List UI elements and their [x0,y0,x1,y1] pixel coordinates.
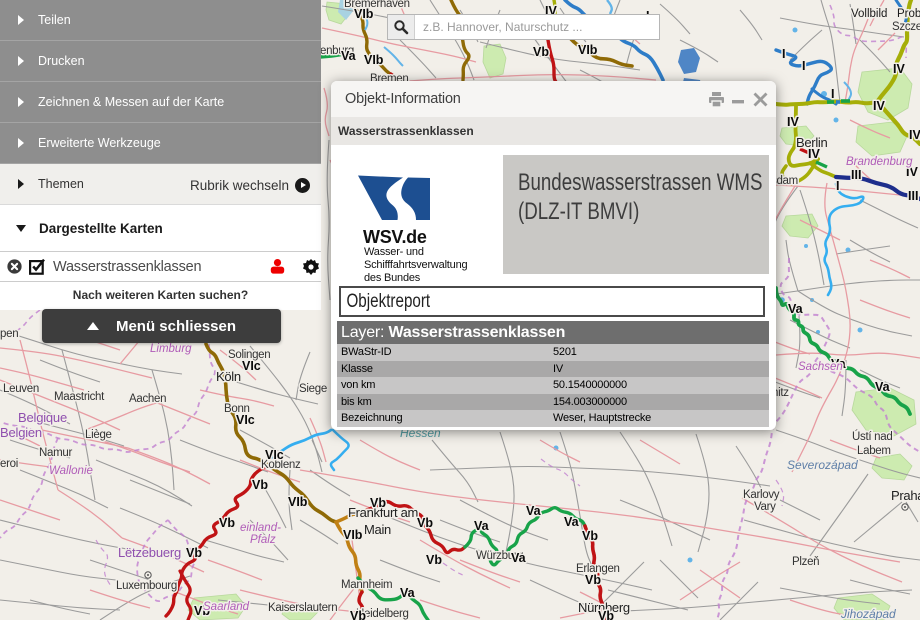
svg-text:Jihozápad: Jihozápad [840,607,896,620]
svg-text:I: I [836,179,839,193]
svg-text:Brandenburg: Brandenburg [846,156,913,168]
svg-text:Vb: Vb [533,45,549,59]
svg-text:Va: Va [875,380,891,394]
svg-text:Siege: Siege [299,383,327,395]
svg-text:Va: Va [400,586,416,600]
svg-text:Luxembourg: Luxembourg [116,580,177,592]
svg-text:VIb: VIb [364,53,384,67]
svg-text:pen: pen [0,328,18,340]
svg-text:Karlovy: Karlovy [743,489,780,501]
svg-text:IV: IV [787,115,799,129]
svg-text:VIc: VIc [265,448,284,462]
svg-text:Va: Va [341,49,357,63]
svg-text:Va: Va [526,504,542,518]
svg-text:I: I [831,87,834,101]
svg-text:Vary: Vary [754,501,776,513]
svg-text:Belgien: Belgien [0,425,42,440]
svg-text:eroi: eroi [0,458,18,470]
svg-text:Vb: Vb [598,609,614,620]
svg-text:Sachsen: Sachsen [798,361,843,373]
svg-text:Severozápad: Severozápad [787,458,858,472]
svg-text:Vb: Vb [370,496,386,510]
svg-text:Va: Va [788,302,804,316]
svg-text:Leuven: Leuven [3,383,39,395]
svg-text:Liège: Liège [85,429,112,441]
svg-text:Pfalz: Pfalz [250,534,276,546]
svg-text:IV: IV [893,62,905,76]
svg-text:Va: Va [474,519,490,533]
svg-text:Aachen: Aachen [129,393,166,405]
svg-text:VIb: VIb [354,7,374,21]
svg-text:Kaiserslautern: Kaiserslautern [268,602,337,614]
svg-text:VIb: VIb [343,528,363,542]
svg-text:III: III [908,189,918,203]
svg-text:Praha: Praha [891,488,920,503]
svg-text:Wallonie: Wallonie [49,465,93,477]
svg-text:Va: Va [511,551,527,565]
svg-text:IV: IV [909,128,920,142]
svg-text:Vollbild: Vollbild [851,8,887,20]
svg-text:Ústí nad: Ústí nad [852,430,892,443]
svg-text:Lëtzebuerg: Lëtzebuerg [118,545,181,560]
svg-text:VIb: VIb [578,43,598,57]
svg-text:I: I [782,47,785,61]
svg-text:Vb: Vb [350,609,366,620]
svg-text:Vb: Vb [252,478,268,492]
svg-text:Labem: Labem [857,445,891,457]
svg-text:Vb: Vb [186,546,202,560]
svg-text:Belgique: Belgique [18,410,67,425]
svg-text:einland-: einland- [240,522,281,534]
svg-text:Va: Va [564,515,580,529]
svg-text:Berlin: Berlin [796,135,828,150]
svg-text:Maastricht: Maastricht [54,391,105,403]
svg-text:III: III [851,168,861,182]
svg-text:Saarland: Saarland [203,601,250,613]
svg-text:Vb: Vb [417,516,433,530]
svg-text:VIc: VIc [236,413,255,427]
svg-text:Namur: Namur [39,447,72,459]
svg-text:Main: Main [364,522,391,537]
svg-text:Probl: Probl [897,8,920,20]
svg-text:Vb: Vb [219,516,235,530]
svg-text:IV: IV [873,99,885,113]
svg-text:Plzeň: Plzeň [792,556,819,568]
svg-text:VIb: VIb [288,495,308,509]
svg-text:Köln: Köln [216,369,241,384]
svg-text:VIc: VIc [242,359,261,373]
svg-text:Szcze: Szcze [892,21,920,33]
svg-text:Vb: Vb [582,529,598,543]
svg-text:Vb: Vb [426,553,442,567]
svg-text:I: I [802,59,805,73]
svg-text:Erlangen: Erlangen [576,563,620,575]
svg-text:Limburg: Limburg [150,343,192,355]
svg-text:Vb: Vb [585,573,601,587]
svg-text:Mannheim: Mannheim [341,579,392,591]
